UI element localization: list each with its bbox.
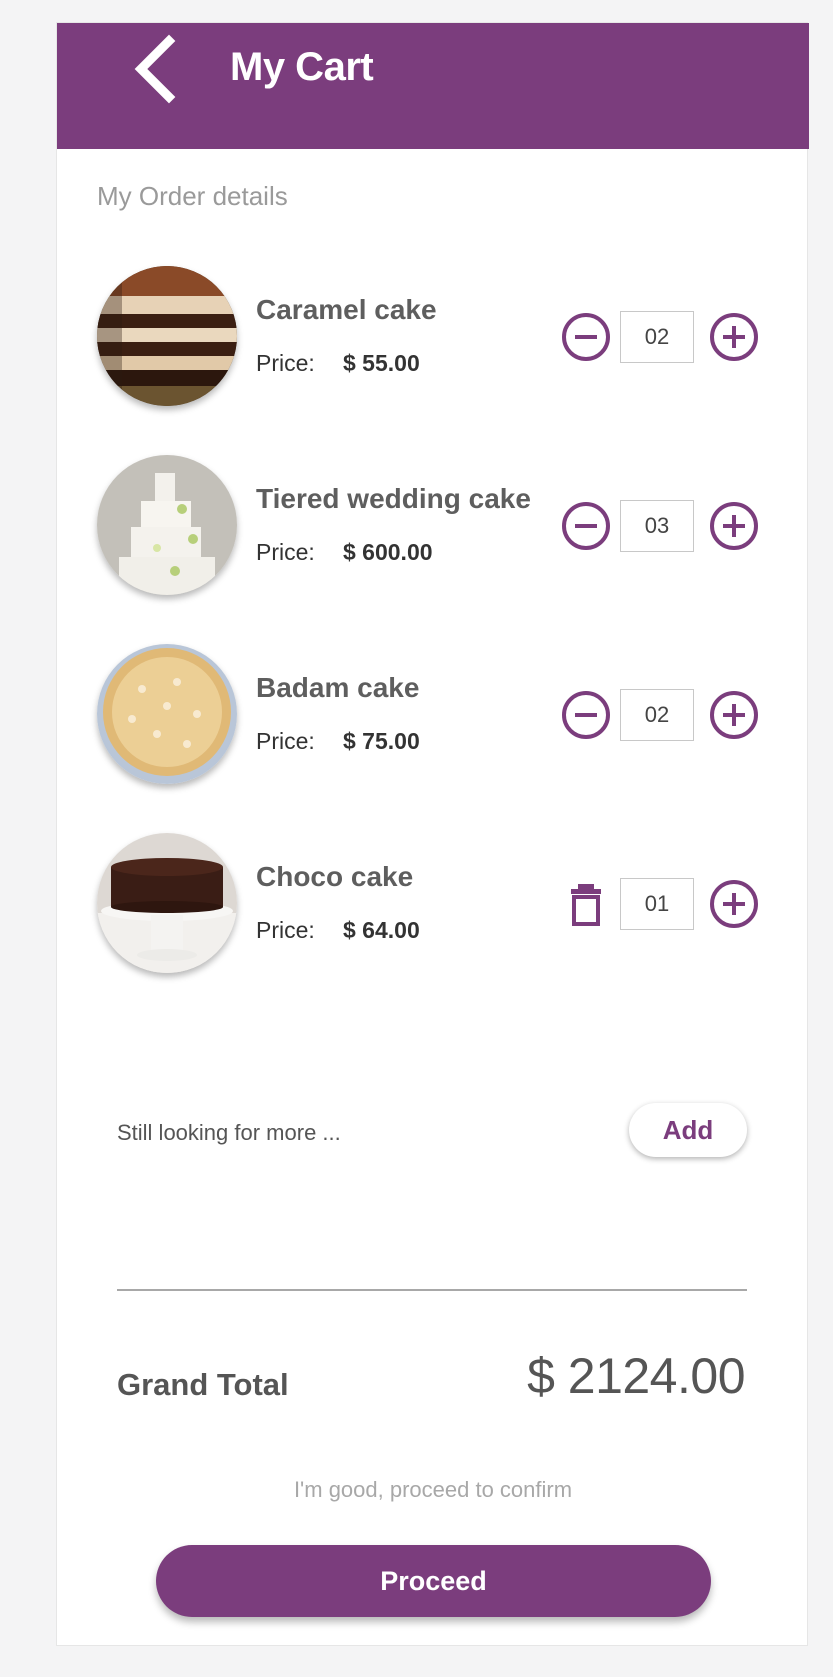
price-value: $ 64.00 [343, 917, 420, 943]
cart-item-choco-cake: Choco cake Price: $ 64.00 [97, 833, 769, 977]
chevron-left-icon [134, 34, 176, 104]
decrease-quantity-button[interactable] [560, 500, 612, 552]
remove-item-button[interactable] [560, 878, 612, 930]
increase-quantity-button[interactable] [708, 689, 760, 741]
plus-circle-icon [710, 880, 758, 928]
trash-icon [571, 884, 601, 926]
cart-item-badam-cake: Badam cake Price: $ 75.00 [97, 644, 769, 788]
decrease-quantity-button[interactable] [560, 689, 612, 741]
price-label: Price: [256, 917, 315, 943]
plus-circle-icon [710, 313, 758, 361]
price-value: $ 600.00 [343, 539, 433, 565]
more-prompt: Still looking for more ... [117, 1120, 341, 1145]
quantity-input[interactable] [620, 878, 694, 930]
quantity-input[interactable] [620, 689, 694, 741]
back-button[interactable] [129, 31, 189, 107]
increase-quantity-button[interactable] [708, 500, 760, 552]
cart-screen: My Cart My Order details Caramel cake Pr… [56, 22, 809, 1646]
minus-circle-icon [562, 691, 610, 739]
item-name: Caramel cake [256, 294, 437, 325]
plus-circle-icon [710, 502, 758, 550]
product-image [97, 833, 237, 973]
minus-circle-icon [562, 313, 610, 361]
product-image [97, 644, 237, 784]
item-name: Choco cake [256, 861, 414, 892]
minus-circle-icon [562, 502, 610, 550]
product-image [97, 266, 237, 406]
section-title: My Order details [97, 181, 288, 211]
item-name: Tiered wedding cake [256, 483, 531, 514]
grand-total-value: $ 2124.00 [527, 1348, 745, 1404]
confirm-hint: I'm good, proceed to confirm [293, 1477, 573, 1502]
price-label: Price: [256, 539, 315, 565]
page-title: My Cart [230, 45, 374, 89]
increase-quantity-button[interactable] [708, 878, 760, 930]
divider [117, 1289, 747, 1291]
add-more-button[interactable]: Add [629, 1103, 747, 1157]
app-header: My Cart [57, 23, 809, 149]
plus-circle-icon [710, 691, 758, 739]
cart-item-caramel-cake: Caramel cake Price: $ 55.00 [97, 266, 769, 410]
proceed-button[interactable]: Proceed [156, 1545, 711, 1617]
item-name: Badam cake [256, 672, 420, 703]
price-value: $ 75.00 [343, 728, 420, 754]
increase-quantity-button[interactable] [708, 311, 760, 363]
price-label: Price: [256, 728, 315, 754]
cart-item-tiered-wedding-cake: Tiered wedding cake Price: $ 600.00 [97, 455, 769, 599]
grand-total-label: Grand Total [117, 1367, 289, 1402]
quantity-input[interactable] [620, 500, 694, 552]
quantity-input[interactable] [620, 311, 694, 363]
price-label: Price: [256, 350, 315, 376]
product-image [97, 455, 237, 595]
decrease-quantity-button[interactable] [560, 311, 612, 363]
price-value: $ 55.00 [343, 350, 420, 376]
